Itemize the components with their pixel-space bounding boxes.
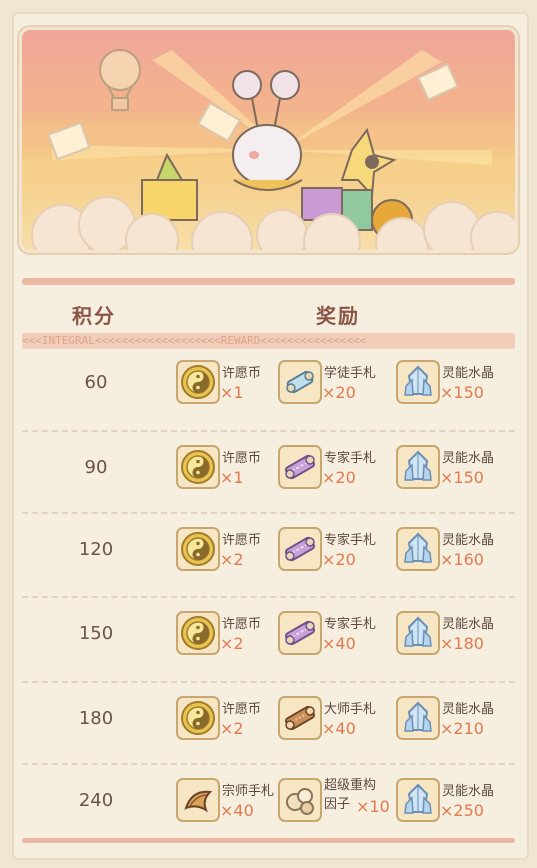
reward-name: 灵能水晶 [442, 447, 494, 466]
reward-quantity: ×40 [322, 634, 356, 653]
reward-name-line: 宗师手札 [222, 784, 275, 799]
reward-quantity: ×160 [440, 550, 484, 569]
reward-quantity: ×180 [440, 634, 484, 653]
reward-name-line: 许愿币 [222, 702, 262, 717]
row-separator [22, 596, 515, 598]
apprentice-scroll-icon[interactable] [278, 360, 322, 404]
score-column-title: 积分 [72, 304, 116, 328]
reward-name-line: 许愿币 [222, 366, 262, 381]
reward-quantity: ×2 [220, 550, 244, 569]
reward-name: 灵能水晶 [442, 613, 494, 632]
reward-row: 180 许愿币 ×2 大师手札 ×40 灵能水晶 ×210 [22, 688, 515, 770]
reward-name-line: 学徒手札 [324, 366, 377, 381]
yin-yang-coin-icon[interactable] [176, 527, 220, 571]
expert-scroll-icon[interactable] [278, 445, 322, 489]
score-value: 150 [78, 623, 114, 644]
yin-yang-coin-icon[interactable] [176, 696, 220, 740]
reward-quantity: ×2 [220, 634, 244, 653]
reward-row: 150 许愿币 ×2 专家手札 ×40 灵能水晶 ×180 [22, 603, 515, 685]
row-separator [22, 681, 515, 683]
crystal-icon[interactable] [396, 696, 440, 740]
reward-quantity: ×20 [322, 550, 356, 569]
crystal-icon[interactable] [396, 527, 440, 571]
reward-name: 灵能水晶 [442, 529, 494, 548]
reward-name: 专家手札 [324, 613, 376, 632]
reward-name: 许愿币 [222, 529, 261, 548]
divider [22, 838, 515, 843]
reward-name: 许愿币 [222, 362, 261, 381]
reward-name-line: 灵能水晶 [442, 533, 495, 548]
reward-name-line: 许愿币 [222, 617, 262, 632]
reward-name: 灵能水晶 [442, 780, 494, 799]
crystal-icon[interactable] [396, 360, 440, 404]
divider [22, 278, 515, 285]
score-value: 180 [78, 708, 114, 729]
crystal-icon[interactable] [396, 611, 440, 655]
reward-row: 120 许愿币 ×2 专家手札 ×20 灵能水晶 ×160 [22, 519, 515, 601]
grandmaster-scroll-icon[interactable] [176, 778, 220, 822]
reward-quantity: ×40 [322, 719, 356, 738]
reward-name: 灵能水晶 [442, 362, 494, 381]
reward-column-title: 奖励 [316, 304, 360, 328]
reward-row: 90 许愿币 ×1 专家手札 ×20 灵能水晶 ×150 [22, 437, 515, 519]
reward-name: 宗师手札 [222, 780, 274, 799]
reward-name: 专家手札 [324, 447, 376, 466]
reward-quantity: ×40 [220, 801, 254, 820]
reward-name-line: 灵能水晶 [442, 784, 495, 799]
header-strip: <<<INTEGRAL<<<<<<<<<<<<<<<<<<<REWARD<<<<… [22, 333, 515, 349]
reward-quantity: ×1 [220, 383, 244, 402]
score-value: 90 [84, 457, 108, 478]
event-banner [22, 30, 515, 250]
reward-name: 许愿币 [222, 447, 261, 466]
expert-scroll-icon[interactable] [278, 527, 322, 571]
reward-quantity: ×20 [322, 383, 356, 402]
crystal-icon[interactable] [396, 445, 440, 489]
reward-quantity: ×20 [322, 468, 356, 487]
reward-name: 学徒手札 [324, 362, 376, 381]
reward-name-line: 专家手札 [324, 617, 377, 632]
reward-name-line: 因子 [324, 797, 351, 812]
reward-name-line: 灵能水晶 [442, 366, 495, 381]
score-value: 120 [78, 539, 114, 560]
row-separator [22, 763, 515, 765]
banner-illustration [22, 30, 515, 250]
yin-yang-coin-icon[interactable] [176, 360, 220, 404]
reward-quantity: ×10 [356, 797, 390, 816]
reward-name-line: 大师手札 [324, 702, 377, 717]
reward-name-line: 专家手札 [324, 533, 377, 548]
reward-name-line: 灵能水晶 [442, 702, 495, 717]
row-separator [22, 512, 515, 514]
score-value: 240 [78, 790, 114, 811]
reward-name-line: 专家手札 [324, 451, 377, 466]
reward-quantity: ×150 [440, 383, 484, 402]
crystal-icon[interactable] [396, 778, 440, 822]
reward-name: 大师手札 [324, 698, 376, 717]
reward-quantity: ×250 [440, 801, 484, 820]
yin-yang-coin-icon[interactable] [176, 611, 220, 655]
reconstruct-factor-icon[interactable] [278, 778, 322, 822]
reward-quantity: ×2 [220, 719, 244, 738]
master-scroll-icon[interactable] [278, 696, 322, 740]
row-separator [22, 430, 515, 432]
yin-yang-coin-icon[interactable] [176, 445, 220, 489]
reward-name-line: 许愿币 [222, 533, 262, 548]
reward-name: 灵能水晶 [442, 698, 494, 717]
reward-name-line: 许愿币 [222, 451, 262, 466]
expert-scroll-icon[interactable] [278, 611, 322, 655]
reward-name-line: 超级重构 [324, 778, 377, 793]
reward-name: 许愿币 [222, 613, 261, 632]
reward-row: 60 许愿币 ×1 学徒手札 ×20 灵能水晶 ×150 [22, 352, 515, 434]
score-value: 60 [84, 372, 108, 393]
reward-quantity: ×1 [220, 468, 244, 487]
reward-name: 许愿币 [222, 698, 261, 717]
reward-name-line: 灵能水晶 [442, 617, 495, 632]
reward-quantity: ×210 [440, 719, 484, 738]
reward-name-line: 灵能水晶 [442, 451, 495, 466]
reward-name: 专家手札 [324, 529, 376, 548]
reward-quantity: ×150 [440, 468, 484, 487]
